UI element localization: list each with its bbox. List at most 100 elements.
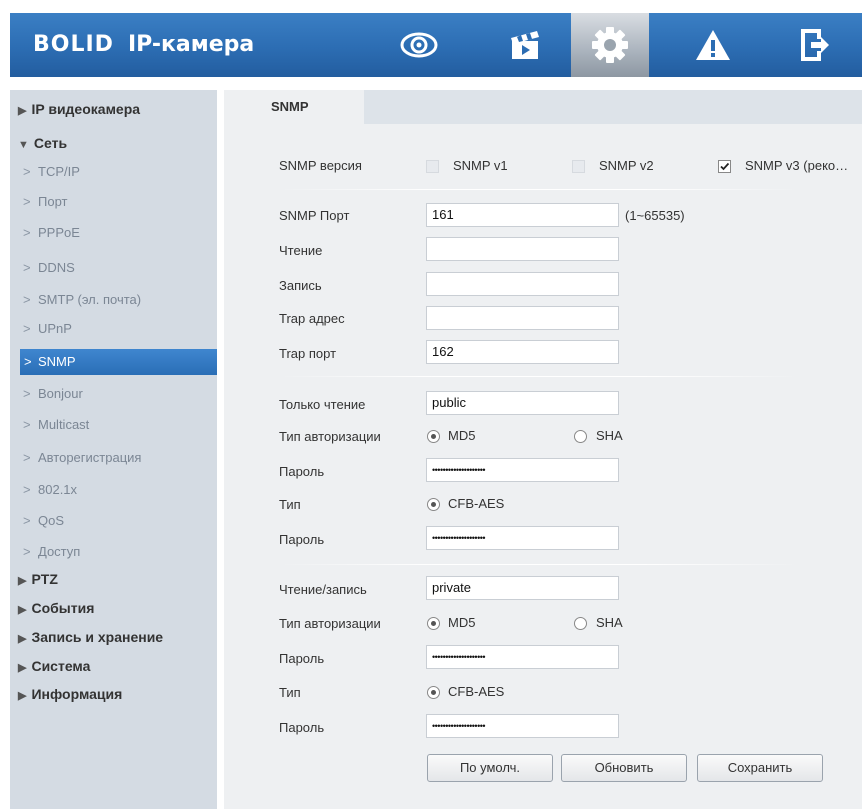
readonly-auth-md5-radio[interactable] (427, 430, 440, 443)
readonly-password-label: Пароль (279, 464, 325, 479)
logo-text: BOLID (33, 32, 114, 57)
chevron-right-icon: > (23, 321, 31, 336)
readwrite-auth-md5-radio[interactable] (427, 617, 440, 630)
readonly-auth-sha-radio[interactable] (574, 430, 587, 443)
sidebar-item-ptz[interactable]: ▶ PTZ (10, 566, 217, 592)
chevron-right-icon: > (23, 482, 31, 497)
expanded-triangle-icon: ▼ (18, 139, 29, 151)
sidebar-item-bonjour[interactable]: > Bonjour (10, 381, 217, 407)
chevron-right-icon: > (23, 513, 31, 528)
save-button[interactable]: Сохранить (697, 754, 823, 782)
readwrite-user-label: Чтение/запись (279, 582, 367, 597)
readonly-auth-label: Тип авторизации (279, 429, 381, 444)
sidebar-item-pppoe[interactable]: > PPPoE (10, 220, 217, 246)
snmp-v2-label: SNMP v2 (599, 158, 654, 173)
settings-nav[interactable] (571, 13, 649, 77)
live-view-nav[interactable] (380, 13, 458, 77)
logout-nav[interactable] (775, 13, 853, 77)
readwrite-auth-label: Тип авторизации (279, 616, 381, 631)
collapsed-triangle-icon: ▶ (18, 105, 27, 117)
readonly-password-input[interactable]: •••••••••••••••••••• (426, 458, 619, 482)
separator (279, 376, 799, 377)
trap-port-input[interactable]: 162 (426, 340, 619, 364)
chevron-right-icon: > (23, 260, 31, 275)
chevron-right-icon: > (23, 417, 31, 432)
sidebar-item-multicast[interactable]: > Multicast (10, 412, 217, 438)
chevron-right-icon: > (23, 292, 31, 307)
collapsed-triangle-icon: ▶ (18, 690, 27, 702)
snmp-port-input[interactable]: 161 (426, 203, 619, 227)
readwrite-password-label: Пароль (279, 651, 325, 666)
sidebar-item-smtp[interactable]: > SMTP (эл. почта) (10, 287, 217, 313)
readwrite-user-input[interactable]: private (426, 576, 619, 600)
readonly-user-input[interactable]: public (426, 391, 619, 415)
chevron-right-icon: > (23, 164, 31, 179)
trap-port-label: Trap порт (279, 346, 337, 361)
readonly-auth-md5-label: MD5 (448, 428, 476, 443)
sidebar-item-info[interactable]: ▶ Информация (10, 681, 217, 707)
sidebar-item-tcpip[interactable]: > TCP/IP (10, 159, 217, 185)
sidebar-item-autoregister[interactable]: > Авторегистрация (10, 445, 217, 471)
readwrite-encrypt-password-label: Пароль (279, 720, 325, 735)
sidebar: ▶ IP видеокамера ▼ Сеть > TCP/IP > Порт > PPP… (10, 90, 217, 809)
readwrite-auth-sha-label: SHA (596, 615, 623, 630)
sidebar-item-events[interactable]: ▶ События (10, 595, 217, 621)
sidebar-item-network[interactable]: ▼ Сеть (10, 130, 217, 156)
snmp-v3-checkbox[interactable] (718, 160, 731, 173)
sidebar-item-system[interactable]: ▶ Система (10, 653, 217, 679)
default-button[interactable]: По умолч. (427, 754, 553, 782)
alarm-nav[interactable] (674, 13, 752, 77)
read-community-input[interactable] (426, 237, 619, 261)
clapperboard-icon (511, 31, 539, 59)
sidebar-item-access[interactable]: > Доступ (10, 539, 217, 565)
sidebar-item-port[interactable]: > Порт (10, 189, 217, 215)
collapsed-triangle-icon: ▶ (18, 662, 27, 674)
write-community-input[interactable] (426, 272, 619, 296)
sidebar-item-ip-camera[interactable]: ▶ IP видеокамера (10, 96, 217, 122)
sidebar-item-8021x[interactable]: >802.1x (10, 477, 217, 503)
readwrite-auth-md5-label: MD5 (448, 615, 476, 630)
readwrite-encrypt-password-input[interactable]: •••••••••••••••••••• (426, 714, 619, 738)
sidebar-item-qos[interactable]: > QoS (10, 508, 217, 534)
trap-address-input[interactable] (426, 306, 619, 330)
chevron-right-icon: > (23, 386, 31, 401)
separator (279, 564, 799, 565)
eye-icon (400, 32, 438, 58)
app-title: IP-камера (127, 32, 255, 57)
gear-icon (592, 27, 628, 63)
playback-nav[interactable] (486, 13, 564, 77)
snmp-port-label: SNMP Порт (279, 208, 350, 223)
chevron-right-icon: > (24, 354, 32, 369)
brand-logo: BOLID IP-камера (33, 32, 254, 57)
chevron-right-icon: > (23, 225, 31, 240)
collapsed-triangle-icon: ▶ (18, 575, 27, 587)
refresh-button[interactable]: Обновить (561, 754, 687, 782)
chevron-right-icon: > (23, 194, 31, 209)
write-community-label: Запись (279, 278, 322, 293)
read-community-label: Чтение (279, 243, 323, 258)
sidebar-item-record-storage[interactable]: ▶ Запись и хранение (10, 624, 217, 650)
sidebar-item-snmp[interactable]: > SNMP (20, 349, 217, 375)
snmp-v1-checkbox[interactable] (426, 160, 439, 173)
trap-address-label: Trap адрес (279, 311, 345, 326)
readonly-encrypt-password-input[interactable]: •••••••••••••••••••• (426, 526, 619, 550)
chevron-right-icon: > (23, 450, 31, 465)
readonly-encryption-label: Тип (279, 497, 301, 512)
tab-snmp[interactable]: SNMP (224, 90, 364, 126)
snmp-version-label: SNMP версия (279, 158, 362, 173)
snmp-v2-checkbox[interactable] (572, 160, 585, 173)
separator (279, 189, 799, 190)
readonly-encrypt-password-label: Пароль (279, 532, 325, 547)
sidebar-item-ddns[interactable]: > DDNS (10, 255, 217, 281)
chevron-right-icon: > (23, 544, 31, 559)
readwrite-cfb-aes-radio[interactable] (427, 686, 440, 699)
exit-icon (801, 29, 829, 61)
warning-icon (696, 30, 730, 60)
sidebar-item-upnp[interactable]: > UPnP (10, 316, 217, 342)
readonly-cfb-aes-radio[interactable] (427, 498, 440, 511)
readwrite-auth-sha-radio[interactable] (574, 617, 587, 630)
readonly-auth-sha-label: SHA (596, 428, 623, 443)
collapsed-triangle-icon: ▶ (18, 633, 27, 645)
readwrite-password-input[interactable]: •••••••••••••••••••• (426, 645, 619, 669)
checkmark-icon (720, 162, 730, 171)
